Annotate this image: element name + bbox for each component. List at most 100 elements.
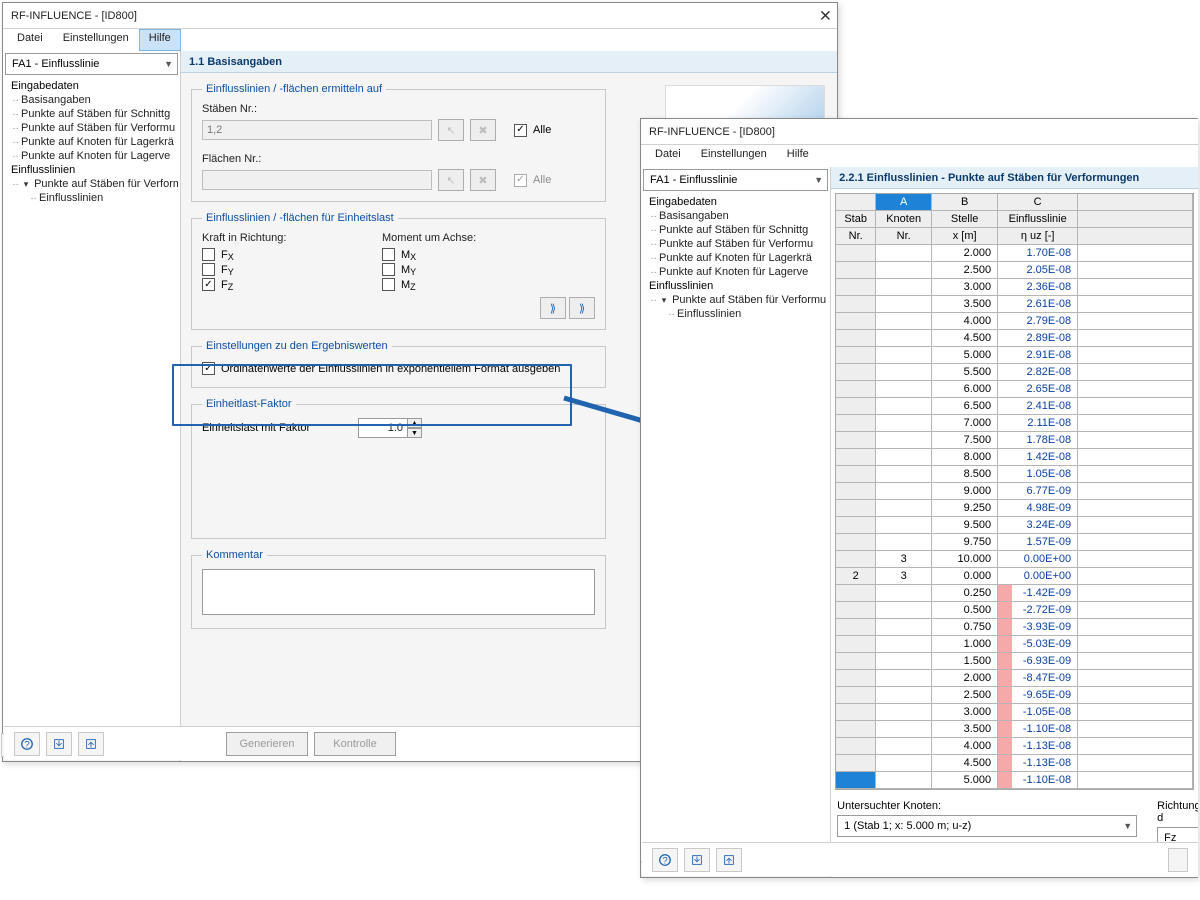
table-row[interactable]: 9.5003.24E-09 bbox=[836, 517, 1193, 534]
cell-knoten bbox=[876, 466, 932, 483]
tree-item[interactable]: Punkte auf Stäben für Verformu bbox=[13, 177, 178, 191]
menu-datei[interactable]: Datei bbox=[7, 29, 53, 51]
table-row[interactable]: 9.2504.98E-09 bbox=[836, 500, 1193, 517]
window-title: RF-INFLUENCE - [ID800] bbox=[649, 126, 775, 138]
tree-item[interactable]: Punkte auf Knoten für Lagerkrä bbox=[13, 135, 178, 149]
table-row[interactable]: 1.500-6.93E-09 bbox=[836, 653, 1193, 670]
cell-stab bbox=[836, 670, 876, 687]
table-row[interactable]: 7.5001.78E-08 bbox=[836, 432, 1193, 449]
menu-einstellungen[interactable]: Einstellungen bbox=[691, 145, 777, 167]
checkbox-mz[interactable] bbox=[382, 278, 395, 291]
cell-knoten bbox=[876, 364, 932, 381]
cell-stelle: 9.750 bbox=[932, 534, 998, 551]
results-table[interactable]: A B C Stab Knoten Stelle Einflusslinie bbox=[835, 193, 1194, 790]
tree-item[interactable]: Punkte auf Knoten für Lagerve bbox=[651, 265, 828, 279]
col-letter-a[interactable]: A bbox=[876, 194, 932, 211]
table-row[interactable]: 4.0002.79E-08 bbox=[836, 313, 1193, 330]
table-row[interactable]: 0.500-2.72E-09 bbox=[836, 602, 1193, 619]
tree-item[interactable]: Punkte auf Stäben für Schnittg bbox=[651, 223, 828, 237]
checkbox-my[interactable] bbox=[382, 263, 395, 276]
tree-item[interactable]: Punkte auf Stäben für Verformu bbox=[651, 237, 828, 251]
nav-tree[interactable]: Eingabedaten Basisangaben Punkte auf Stä… bbox=[641, 191, 830, 861]
help-icon[interactable]: ? bbox=[652, 848, 678, 872]
cell-stelle: 6.500 bbox=[932, 398, 998, 415]
tree-expand-icon[interactable] bbox=[659, 294, 669, 306]
table-row[interactable]: 230.0000.00E+00 bbox=[836, 568, 1193, 585]
toolbar-icon[interactable]: ⟫ bbox=[569, 297, 595, 319]
table-row[interactable]: 2.000-8.47E-09 bbox=[836, 670, 1193, 687]
table-row[interactable]: 4.000-1.13E-08 bbox=[836, 738, 1193, 755]
checkbox-fx[interactable] bbox=[202, 248, 215, 261]
export-icon[interactable] bbox=[716, 848, 742, 872]
table-row[interactable]: 2.0001.70E-08 bbox=[836, 245, 1193, 262]
cell-stab bbox=[836, 653, 876, 670]
tree-root-einflusslinien[interactable]: Einflusslinien bbox=[643, 279, 828, 293]
table-row[interactable]: 5.000-1.10E-08 bbox=[836, 772, 1193, 789]
col-letter-c[interactable]: C bbox=[998, 194, 1078, 211]
nav-tree[interactable]: Eingabedaten Basisangaben Punkte auf Stä… bbox=[3, 75, 180, 745]
table-row[interactable]: 6.0002.65E-08 bbox=[836, 381, 1193, 398]
table-row[interactable]: 8.5001.05E-08 bbox=[836, 466, 1193, 483]
checkbox-fy[interactable] bbox=[202, 263, 215, 276]
close-icon[interactable]: ✕ bbox=[819, 8, 832, 24]
checkbox-alle-staeben[interactable] bbox=[514, 124, 527, 137]
untersucht-combo[interactable]: 1 (Stab 1; x: 5.000 m; u-z) ▼ bbox=[837, 815, 1137, 837]
tree-item[interactable]: Punkte auf Stäben für Schnittg bbox=[13, 107, 178, 121]
tree-root-eingabe[interactable]: Eingabedaten bbox=[5, 79, 178, 93]
tree-root-eingabe[interactable]: Eingabedaten bbox=[643, 195, 828, 209]
table-row[interactable]: 2.500-9.65E-09 bbox=[836, 687, 1193, 704]
import-icon[interactable] bbox=[684, 848, 710, 872]
import-icon[interactable] bbox=[46, 732, 72, 756]
tree-root-einflusslinien[interactable]: Einflusslinien bbox=[5, 163, 178, 177]
table-row[interactable]: 1.000-5.03E-09 bbox=[836, 636, 1193, 653]
spin-down-icon[interactable]: ▼ bbox=[408, 428, 422, 438]
table-row[interactable]: 3.500-1.10E-08 bbox=[836, 721, 1193, 738]
checkbox-mx[interactable] bbox=[382, 248, 395, 261]
table-row[interactable]: 5.5002.82E-08 bbox=[836, 364, 1193, 381]
table-row[interactable]: 4.500-1.13E-08 bbox=[836, 755, 1193, 772]
table-row[interactable]: 9.7501.57E-09 bbox=[836, 534, 1193, 551]
tree-expand-icon[interactable] bbox=[21, 178, 31, 190]
menu-datei[interactable]: Datei bbox=[645, 145, 691, 167]
kontrolle-button[interactable]: Kontrolle bbox=[314, 732, 396, 756]
tree-item[interactable]: Punkte auf Knoten für Lagerve bbox=[13, 149, 178, 163]
generate-button[interactable]: Generieren bbox=[226, 732, 308, 756]
cell-knoten bbox=[876, 381, 932, 398]
tree-item[interactable]: Einflusslinien bbox=[669, 307, 828, 321]
tree-item[interactable]: Punkte auf Knoten für Lagerkrä bbox=[651, 251, 828, 265]
tree-item[interactable]: Einflusslinien bbox=[31, 191, 178, 205]
cell-knoten bbox=[876, 721, 932, 738]
table-row[interactable]: 0.250-1.42E-09 bbox=[836, 585, 1193, 602]
table-row[interactable]: 310.0000.00E+00 bbox=[836, 551, 1193, 568]
tree-item[interactable]: Basisangaben bbox=[13, 93, 178, 107]
tree-item[interactable]: Punkte auf Stäben für Verformu bbox=[13, 121, 178, 135]
comment-textarea[interactable] bbox=[202, 569, 595, 615]
case-combo[interactable]: FA1 - Einflusslinie ▼ bbox=[5, 53, 178, 75]
help-icon[interactable]: ? bbox=[14, 732, 40, 756]
menu-einstellungen[interactable]: Einstellungen bbox=[53, 29, 139, 51]
table-row[interactable]: 9.0006.77E-09 bbox=[836, 483, 1193, 500]
table-row[interactable]: 3.5002.61E-08 bbox=[836, 296, 1193, 313]
export-icon[interactable] bbox=[78, 732, 104, 756]
checkbox-fz[interactable] bbox=[202, 278, 215, 291]
toolbar-icon[interactable] bbox=[1168, 848, 1188, 872]
pick-icon: ↖ bbox=[438, 169, 464, 191]
menu-hilfe[interactable]: Hilfe bbox=[777, 145, 819, 167]
table-row[interactable]: 7.0002.11E-08 bbox=[836, 415, 1193, 432]
cell-stelle: 7.000 bbox=[932, 415, 998, 432]
table-row[interactable]: 3.000-1.05E-08 bbox=[836, 704, 1193, 721]
table-row[interactable]: 6.5002.41E-08 bbox=[836, 398, 1193, 415]
tree-item[interactable]: Punkte auf Stäben für Verformu bbox=[651, 293, 828, 307]
table-row[interactable]: 4.5002.89E-08 bbox=[836, 330, 1193, 347]
table-row[interactable]: 8.0001.42E-08 bbox=[836, 449, 1193, 466]
case-combo[interactable]: FA1 - Einflusslinie ▼ bbox=[643, 169, 828, 191]
menu-hilfe[interactable]: Hilfe bbox=[139, 29, 181, 51]
table-row[interactable]: 0.750-3.93E-09 bbox=[836, 619, 1193, 636]
cell-empty bbox=[1078, 534, 1193, 551]
table-row[interactable]: 2.5002.05E-08 bbox=[836, 262, 1193, 279]
tree-item[interactable]: Basisangaben bbox=[651, 209, 828, 223]
col-letter-b[interactable]: B bbox=[932, 194, 998, 211]
toolbar-icon[interactable]: ⟫ bbox=[540, 297, 566, 319]
table-row[interactable]: 5.0002.91E-08 bbox=[836, 347, 1193, 364]
table-row[interactable]: 3.0002.36E-08 bbox=[836, 279, 1193, 296]
